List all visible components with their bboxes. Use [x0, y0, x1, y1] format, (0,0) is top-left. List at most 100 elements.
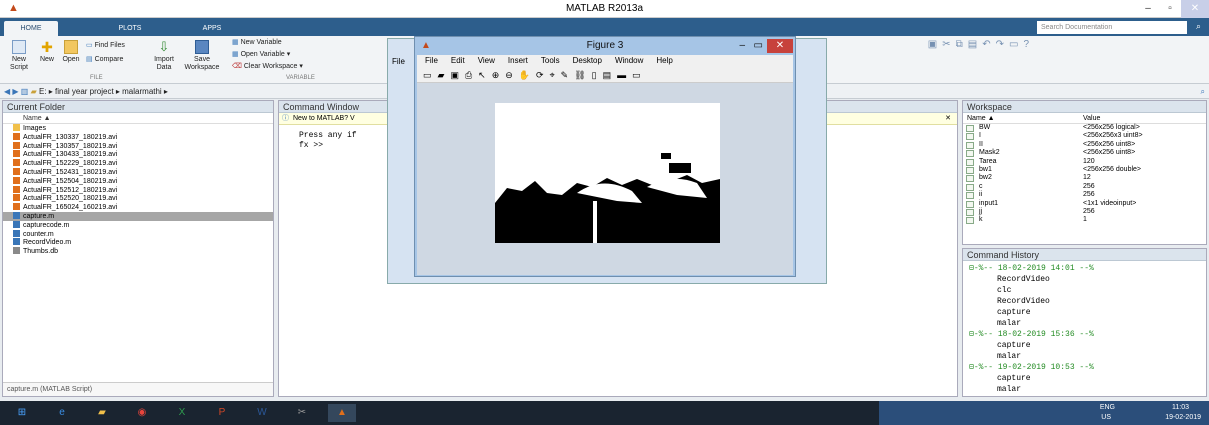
tab-home[interactable]: HOME [4, 21, 58, 36]
paste-icon[interactable]: ▤ [968, 39, 977, 50]
workspace-row[interactable]: bw1 <256x256 double> [963, 166, 1206, 174]
pan-icon[interactable]: ✋ [519, 70, 530, 82]
figure-menu-desktop[interactable]: Desktop [573, 55, 602, 67]
data-cursor-icon[interactable]: ⌖ [550, 70, 555, 82]
save-icon[interactable]: ▣ [450, 70, 459, 82]
redo-icon[interactable]: ↷ [996, 39, 1004, 50]
history-command[interactable]: RecordVideo [963, 274, 1206, 285]
file-item[interactable]: ActualFR_165024_160219.avi [3, 203, 273, 212]
file-item[interactable]: Thumbs.db [3, 247, 273, 256]
excel-icon[interactable]: X [168, 404, 196, 422]
file-item[interactable]: ActualFR_152512_180219.avi [3, 185, 273, 195]
close-icon[interactable]: ✕ [767, 39, 793, 53]
minimize-icon[interactable]: – [739, 37, 745, 55]
value-column-header[interactable]: Value [1083, 113, 1206, 123]
switch-windows-icon[interactable]: ▭ [1009, 39, 1018, 50]
name-column-header[interactable]: Name ▲ [963, 113, 1083, 123]
file-item[interactable]: ActualFR_130337_180219.avi [3, 132, 273, 142]
workspace-row[interactable]: bw2 12 [963, 174, 1206, 183]
file-item[interactable]: RecordVideo.m [3, 238, 273, 247]
restore-icon[interactable]: ▫ [1159, 0, 1181, 18]
folder-item[interactable]: Images [3, 124, 273, 133]
help-icon[interactable]: ? [1023, 39, 1029, 50]
brush-icon[interactable]: ✎ [561, 70, 569, 82]
file-item[interactable]: ActualFR_130357_180219.avi [3, 141, 273, 151]
file-explorer-icon[interactable]: ▰ [88, 404, 116, 422]
history-command[interactable]: capture [963, 307, 1206, 318]
pointer-icon[interactable]: ↖ [478, 70, 486, 82]
bg-file-menu[interactable]: File [392, 57, 405, 66]
workspace-row[interactable]: input1 <1x1 videoinput> [963, 200, 1206, 208]
legend-icon[interactable]: ▤ [603, 70, 612, 82]
forward-icon[interactable]: ▶ [12, 87, 18, 96]
figure-menu-tools[interactable]: Tools [541, 55, 560, 67]
name-column-header[interactable]: Name ▲ [3, 113, 273, 124]
history-command[interactable]: RecordVideo [963, 296, 1206, 307]
matlab-taskbar-icon[interactable]: ▲ [328, 404, 356, 422]
workspace-row[interactable]: c 256 [963, 183, 1206, 191]
file-item[interactable]: ActualFR_152504_180219.avi [3, 176, 273, 186]
workspace-row[interactable]: k1 [963, 216, 1206, 225]
print-icon[interactable]: ⎙ [465, 70, 472, 82]
workspace-row[interactable]: ii 256 [963, 191, 1206, 200]
find-files-button[interactable]: ▭ Find Files [86, 42, 142, 50]
import-data-button[interactable]: ⇩ Import Data [150, 40, 178, 72]
history-session-header[interactable]: ⊟-%-- 19-02-2019 10:53 --% [963, 362, 1206, 373]
figure-menu-help[interactable]: Help [656, 55, 672, 67]
back-icon[interactable]: ◀ [4, 87, 10, 96]
zoom-in-icon[interactable]: ⊕ [492, 70, 500, 82]
search-documentation-input[interactable]: Search Documentation [1037, 21, 1187, 34]
history-command[interactable]: clc [963, 285, 1206, 296]
maximize-icon[interactable]: ▭ [754, 37, 763, 55]
figure-menu-edit[interactable]: Edit [451, 55, 465, 67]
start-icon[interactable]: ⊞ [8, 404, 36, 422]
file-item[interactable]: ActualFR_152520_180219.avi [3, 194, 273, 203]
workspace-row[interactable]: Tarea 120 [963, 158, 1206, 166]
workspace-row[interactable]: II <256x256 uint8> [963, 141, 1206, 149]
browse-folder-icon[interactable]: ▰ [31, 87, 37, 96]
figure-menu-insert[interactable]: Insert [508, 55, 528, 67]
file-item[interactable]: ActualFR_152229_180219.avi [3, 159, 273, 168]
new-figure-icon[interactable]: ▭ [423, 70, 432, 82]
tab-plots[interactable]: PLOTS [108, 21, 152, 36]
clock-time[interactable]: 11:03 [1172, 404, 1189, 411]
close-icon[interactable]: ✕ [1181, 0, 1209, 18]
up-folder-icon[interactable]: ▥ [21, 87, 29, 96]
show-plot-tools-icon[interactable]: ▭ [632, 70, 641, 82]
colorbar-icon[interactable]: ▯ [592, 70, 597, 82]
internet-explorer-icon[interactable]: e [48, 404, 76, 422]
history-command[interactable]: malar [963, 351, 1206, 362]
figure-menu-view[interactable]: View [478, 55, 495, 67]
powerpoint-icon[interactable]: P [208, 404, 236, 422]
figure-window[interactable]: ▲ Figure 3 – ▭ ✕ File Edit View Insert Tools… [414, 36, 796, 277]
workspace-row[interactable]: BW <256x256 logical> [963, 124, 1206, 132]
copy-icon[interactable]: ⧉ [956, 39, 963, 50]
breadcrumb[interactable]: E: ▸ final year project ▸ malarmathi ▸ [39, 87, 168, 96]
new-variable-button[interactable]: ▦ New Variable [232, 39, 352, 47]
undo-icon[interactable]: ↶ [982, 39, 990, 50]
hide-plot-tools-icon[interactable]: ▬ [617, 70, 626, 82]
history-session-header[interactable]: ⊟-%-- 18-02-2019 14:01 --% [963, 263, 1206, 274]
link-icon[interactable]: ⛓ [574, 70, 585, 82]
history-command[interactable]: capture [963, 340, 1206, 351]
word-icon[interactable]: W [248, 404, 276, 422]
save-icon[interactable]: ▣ [928, 39, 937, 50]
figure-menu-file[interactable]: File [425, 55, 438, 67]
open-variable-button[interactable]: ▦ Open Variable ▾ [232, 51, 352, 59]
cut-icon[interactable]: ✂ [942, 39, 950, 50]
history-session-header[interactable]: ⊟-%-- 18-02-2019 15:36 --% [963, 329, 1206, 340]
chrome-icon[interactable]: ◉ [128, 404, 156, 422]
history-command[interactable]: malar [963, 384, 1206, 395]
open-button[interactable]: Open [60, 40, 82, 64]
figure-menu-window[interactable]: Window [615, 55, 643, 67]
workspace-row[interactable]: I <256x256x3 uint8> [963, 132, 1206, 141]
workspace-row[interactable]: jj 256 [963, 208, 1206, 216]
history-command[interactable]: capture [963, 373, 1206, 384]
tab-apps[interactable]: APPS [190, 21, 234, 36]
minimize-icon[interactable]: – [1137, 0, 1159, 18]
zoom-out-icon[interactable]: ⊖ [505, 70, 513, 82]
search-icon[interactable]: ⌕ [1196, 21, 1201, 32]
search-folder-icon[interactable]: ⌕ [1201, 84, 1205, 99]
rotate-icon[interactable]: ⟳ [536, 70, 544, 82]
clear-workspace-button[interactable]: ⌫ Clear Workspace ▾ [232, 63, 352, 71]
